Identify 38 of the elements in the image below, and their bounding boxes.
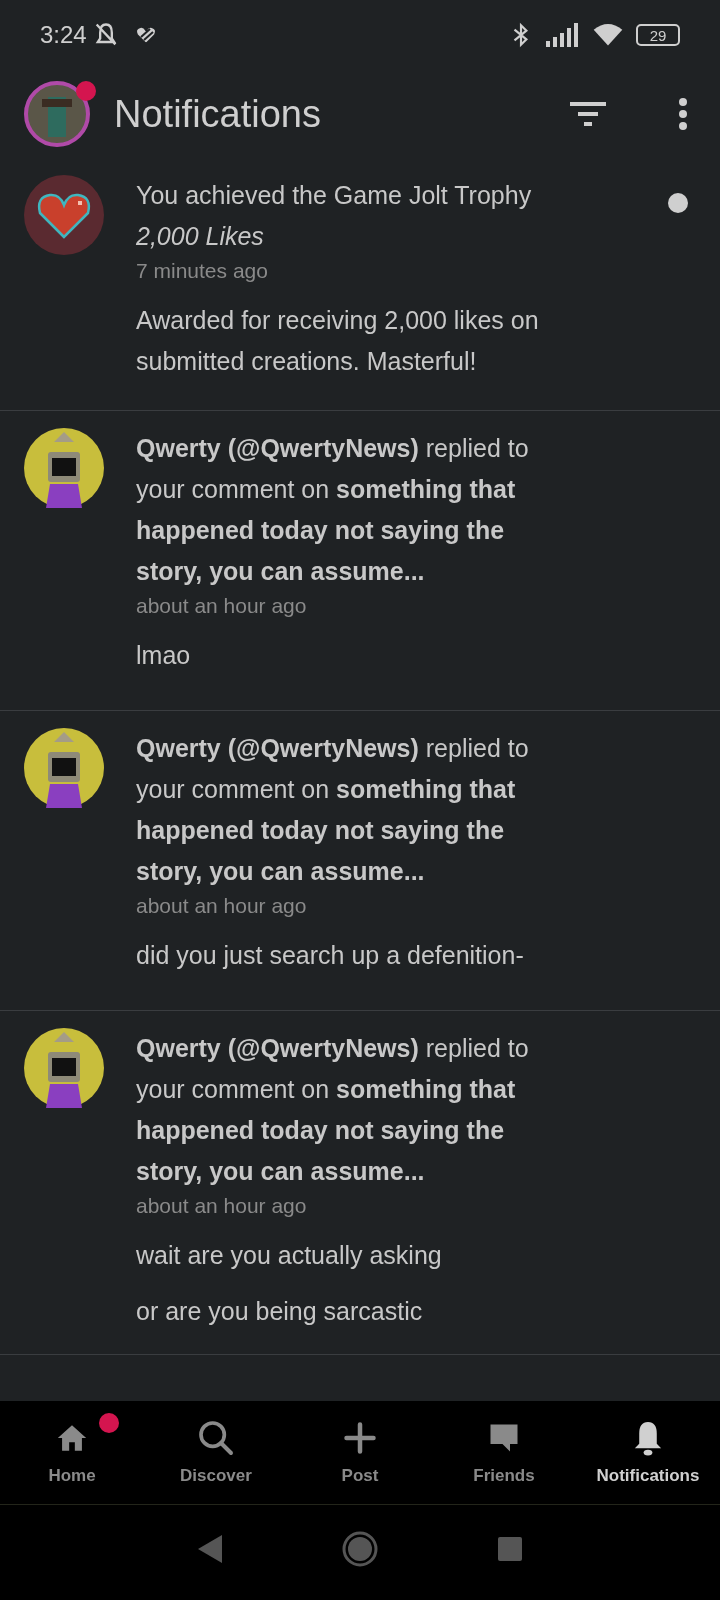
notification-text: did you just search up a defenition- [136,940,525,971]
notification-text: wait are you actually asking [136,1240,443,1271]
notification-title: Qwerty (@QwertyNews) replied to your comment on something that happened today not saying the story, you can assume... [136,733,530,887]
notification-text: or are you being sarcastic [136,1296,424,1327]
plus-icon [342,1419,378,1456]
nav-tab[interactable]: Home [0,1401,144,1504]
notification-text: Awarded for receiving 2,000 likes on submitted creations. Masterful! [136,305,540,377]
home-circle-icon[interactable] [342,1530,378,1567]
signal-icon [546,23,580,47]
timestamp: 7 minutes ago [136,258,269,284]
page-title: Notifications [114,91,321,137]
status-time: 3:24 [40,20,87,50]
profile-avatar[interactable] [24,81,90,147]
notification-text: lmao [136,640,192,671]
nav-tab[interactable]: Discover [144,1401,288,1504]
wifi-icon [592,22,624,48]
battery-icon: 29 [636,24,680,46]
recents-icon[interactable] [498,1536,522,1561]
heart-trophy-icon [24,175,104,255]
avatar-icon [24,1028,104,1108]
filter-icon[interactable] [570,100,606,128]
notification-title: Qwerty (@QwertyNews) replied to your comment on something that happened today not saying the story, you can assume... [136,1033,530,1187]
nav-tab[interactable]: Notifications [576,1401,720,1504]
back-icon[interactable] [198,1534,222,1563]
timestamp: about an hour ago [136,893,308,919]
notification-item[interactable]: You achieved the Game Jolt Trophy 2,000 Likes 7 minutes ago Awarded for receiving 2,000 likes on submitted creations. Masterful! [0,158,720,411]
notification-title: Qwerty (@QwertyNews) replied to your comment on something that happened today not saying the story, you can assume... [136,433,530,587]
notification-item[interactable]: Qwerty (@QwertyNews) replied to your comment on something that happened today not saying the story, you can assume... about an hour ago wait are you actually asking or are you being sarcastic [0,1011,720,1355]
timestamp: about an hour ago [136,1193,308,1219]
timestamp: about an hour ago [136,593,308,619]
notification-item[interactable]: Qwerty (@QwertyNews) replied to your comment on something that happened today not saying the story, you can assume... about an hour ago lmao [0,411,720,711]
avatar-icon [24,728,104,808]
nav-tab[interactable]: Friends [432,1401,576,1504]
notification-title: You achieved the Game Jolt Trophy 2,000 Likes [136,180,533,252]
notification-item[interactable]: Qwerty (@QwertyNews) replied to your comment on something that happened today not saying the story, you can assume... about an hour ago did you just search up a defenition- [0,711,720,1011]
nav-tab[interactable]: Post [288,1401,432,1504]
avatar-icon [24,428,104,508]
more-icon[interactable] [678,97,688,131]
